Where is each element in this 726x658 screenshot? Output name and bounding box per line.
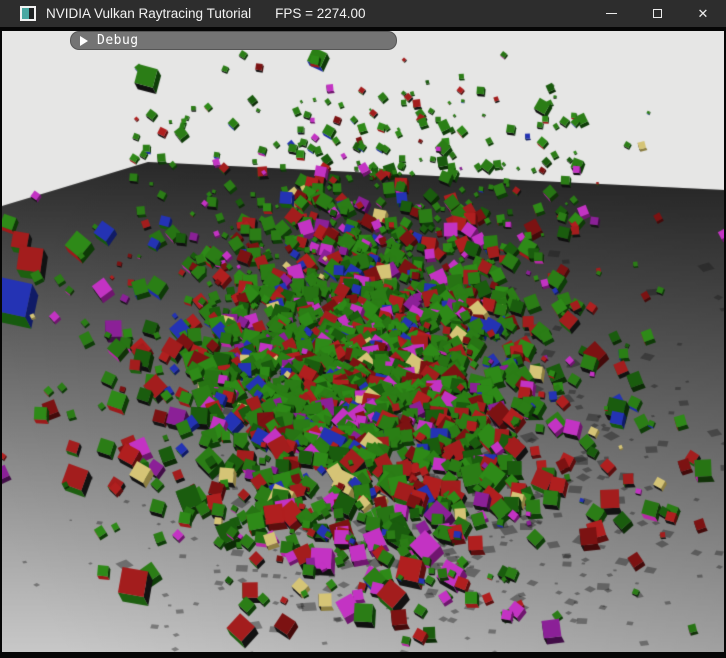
- debug-panel-title: Debug: [97, 33, 139, 48]
- render-viewport: Debug: [0, 27, 726, 658]
- maximize-icon: [653, 9, 662, 18]
- collapse-arrow-icon[interactable]: [80, 36, 88, 46]
- debug-panel-header[interactable]: Debug: [70, 31, 397, 50]
- render-canvas[interactable]: [2, 31, 724, 652]
- fps-counter: FPS = 2274.00: [275, 6, 365, 21]
- close-icon: ✕: [698, 7, 709, 20]
- app-window-icon: [20, 6, 36, 21]
- app-window: NVIDIA Vulkan Raytracing Tutorial FPS = …: [0, 0, 726, 658]
- caption-buttons: ✕: [588, 0, 726, 27]
- minimize-icon: [606, 13, 617, 14]
- close-button[interactable]: ✕: [680, 0, 726, 27]
- app-icon-right-pane: [29, 8, 34, 19]
- title-bar: NVIDIA Vulkan Raytracing Tutorial FPS = …: [0, 0, 726, 27]
- minimize-button[interactable]: [588, 0, 634, 27]
- maximize-button[interactable]: [634, 0, 680, 27]
- app-icon-left-pane: [22, 8, 29, 19]
- window-title: NVIDIA Vulkan Raytracing Tutorial: [46, 6, 251, 21]
